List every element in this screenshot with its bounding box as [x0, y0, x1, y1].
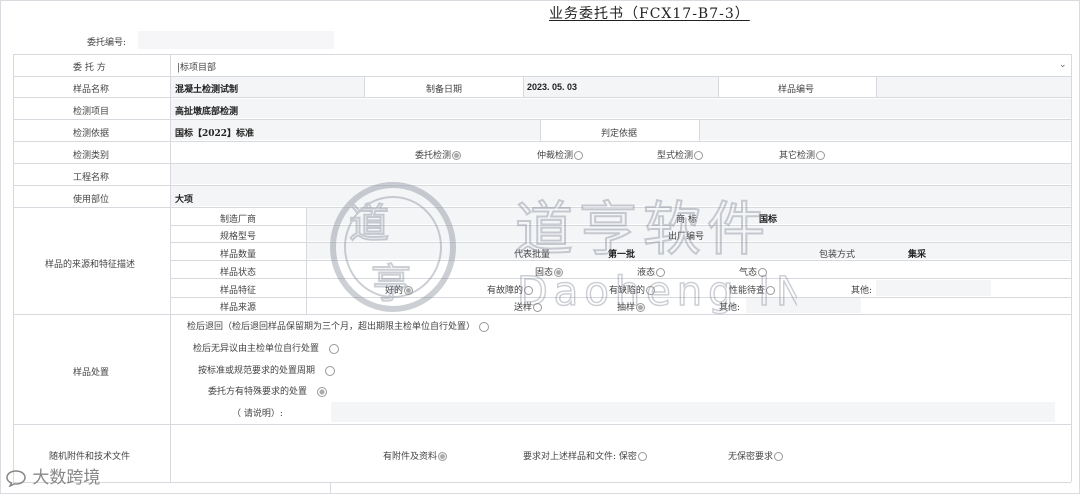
use-part-value[interactable]: 大项: [175, 192, 193, 205]
disposal-option-self[interactable]: 检后无异议由主检单位自行处置: [193, 341, 339, 354]
radio-icon[interactable]: [316, 386, 327, 397]
client-select-value[interactable]: |标项目部: [177, 60, 216, 73]
radio-icon[interactable]: [554, 268, 564, 277]
entrust-form: 业务委托书（FCX17-B7-3） 委托编号: 委 托 方 |标项目部 ⌄ 样品…: [0, 0, 1080, 494]
test-basis-value[interactable]: 国标【2022】标准: [175, 126, 254, 139]
disposal-section-label: 样品处置: [73, 368, 110, 378]
test-item-value[interactable]: 高扯墩底部检测: [175, 104, 238, 117]
attachments-option-confidential[interactable]: 要求对上述样品和文件: 保密: [523, 449, 647, 462]
entrust-no-label: 委托编号:: [87, 38, 127, 48]
radio-icon[interactable]: [758, 268, 768, 277]
radio-icon[interactable]: [478, 321, 489, 332]
brand-footer-text: 大数跨境: [32, 468, 101, 488]
feature-option-pending[interactable]: 性能待查: [729, 283, 776, 296]
quantity-label: 样品数量: [220, 250, 257, 260]
project-name-cell[interactable]: [170, 164, 1071, 184]
radio-icon[interactable]: [524, 286, 534, 295]
state-option-solid[interactable]: 固态: [535, 265, 564, 278]
state-option-gas[interactable]: 气态: [739, 265, 768, 278]
brand-label: 商 标: [676, 215, 697, 225]
test-type-option-type[interactable]: 型式检测: [657, 148, 704, 161]
disposal-note-label: （ 请说明）:: [232, 409, 283, 419]
spec-label: 规格型号: [220, 232, 257, 242]
radio-icon[interactable]: [438, 452, 448, 461]
test-type-option-other[interactable]: 其它检测: [779, 148, 826, 161]
origin-other-label: 其他:: [719, 303, 741, 313]
batch-label: 代表批量: [514, 250, 551, 260]
test-item-cell[interactable]: [170, 99, 1071, 118]
test-type-option-entrust[interactable]: 委托检测: [415, 148, 462, 161]
test-type-label: 检测类别: [73, 151, 110, 161]
use-part-label: 使用部位: [73, 195, 110, 205]
chat-bubble-icon: [6, 470, 26, 488]
feature-label: 样品特征: [220, 286, 257, 296]
quantity-cell[interactable]: [306, 243, 1071, 259]
radio-icon[interactable]: [404, 286, 414, 295]
judge-basis-label: 判定依据: [601, 129, 638, 139]
state-option-liquid[interactable]: 液态: [637, 265, 666, 278]
prep-date-label: 制备日期: [426, 85, 463, 95]
sample-no-label: 样品编号: [778, 85, 815, 95]
radio-icon[interactable]: [574, 151, 584, 160]
brand-footer: 大数跨境: [5, 463, 100, 488]
attachments-option-none[interactable]: 无保密要求: [728, 449, 784, 462]
feature-option-good[interactable]: 好的: [385, 283, 414, 296]
radio-icon[interactable]: [324, 365, 335, 376]
attachments-section-label: 随机附件和技术文件: [49, 452, 131, 462]
packing-value[interactable]: 集采: [908, 247, 926, 260]
radio-icon[interactable]: [533, 303, 543, 312]
entrust-no-input[interactable]: [138, 31, 334, 49]
radio-icon[interactable]: [328, 343, 339, 354]
radio-icon[interactable]: [646, 286, 656, 295]
radio-icon[interactable]: [452, 151, 462, 160]
factory-no-label: 出厂编号: [668, 232, 705, 242]
use-part-cell[interactable]: [170, 186, 1071, 206]
packing-label: 包装方式: [819, 250, 856, 260]
disposal-note-input[interactable]: [331, 402, 1055, 422]
radio-icon[interactable]: [636, 303, 646, 312]
batch-value[interactable]: 第一批: [608, 247, 635, 260]
origin-label: 样品来源: [220, 303, 257, 313]
source-section-label: 样品的来源和特征描述: [45, 260, 136, 270]
test-item-label: 检测项目: [73, 107, 110, 117]
page-title: 业务委托书（FCX17-B7-3）: [549, 6, 750, 22]
sample-no-cell[interactable]: [876, 77, 1071, 97]
prep-date-value[interactable]: 2023. 05. 03: [527, 82, 577, 92]
radio-icon[interactable]: [774, 452, 784, 461]
test-basis-label: 检测依据: [73, 129, 110, 139]
sample-name-label: 样品名称: [73, 85, 110, 95]
origin-other-cell[interactable]: [746, 298, 861, 313]
attachments-option-has[interactable]: 有附件及资料: [383, 449, 448, 462]
radio-icon[interactable]: [816, 151, 826, 160]
brand-value[interactable]: 国标: [759, 212, 777, 225]
client-label: 委 托 方: [73, 63, 106, 73]
origin-option-delivered[interactable]: 送样: [514, 300, 543, 313]
project-name-label: 工程名称: [73, 173, 110, 183]
feature-other-cell[interactable]: [876, 280, 991, 296]
disposal-option-return[interactable]: 检后退回（检后退回样品保留期为三个月，超出期限主检单位自行处置）: [187, 319, 489, 332]
manufacturer-label: 制造厂商: [220, 215, 257, 225]
origin-option-sampled[interactable]: 抽样: [617, 300, 646, 313]
radio-icon[interactable]: [694, 151, 704, 160]
feature-option-defect[interactable]: 有缺陷的: [609, 283, 656, 296]
feature-option-faulty[interactable]: 有故障的: [487, 283, 534, 296]
radio-icon[interactable]: [766, 286, 776, 295]
sample-name-value[interactable]: 混凝土检测试制: [175, 82, 238, 95]
test-type-option-arbitration[interactable]: 仲裁检测: [537, 148, 584, 161]
radio-icon[interactable]: [656, 268, 666, 277]
radio-icon[interactable]: [637, 452, 647, 461]
state-label: 样品状态: [220, 268, 257, 278]
judge-basis-cell[interactable]: [699, 120, 1071, 140]
disposal-option-special[interactable]: 委托方有特殊要求的处置: [208, 384, 327, 397]
disposal-option-standard[interactable]: 按标准或规范要求的处置周期: [198, 363, 335, 376]
chevron-down-icon[interactable]: ⌄: [1059, 60, 1067, 70]
feature-other-label: 其他:: [851, 286, 873, 296]
